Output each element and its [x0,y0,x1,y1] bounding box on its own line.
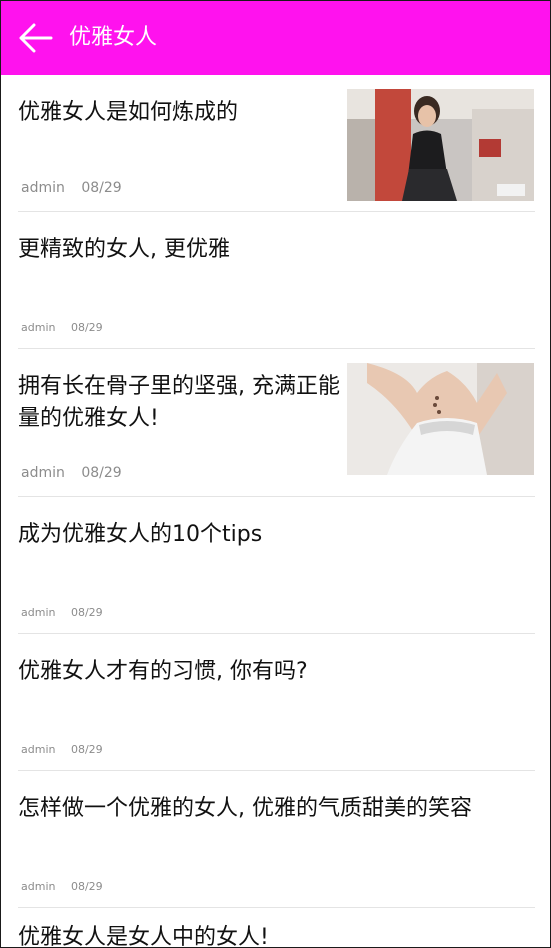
article-title: 更精致的女人, 更优雅 [18,237,230,262]
article-thumbnail [347,363,534,475]
article-author: admin [21,321,56,334]
article-date: 08/29 [70,606,103,619]
article-meta: admin 08/29 [21,880,115,893]
article-meta: admin 08/29 [21,180,134,196]
article-author: admin [21,465,65,481]
article-meta: admin 08/29 [21,321,115,334]
article-meta: admin 08/29 [21,606,115,619]
page-title: 优雅女人 [69,25,158,50]
list-item[interactable]: 优雅女人是女人中的女人! [1,908,550,948]
article-list: 优雅女人是如何炼成的 admin 08/29 更精致的女人, 更优雅 admin… [1,75,550,948]
article-title: 优雅女人是女人中的女人! [18,925,269,948]
list-item[interactable]: 成为优雅女人的10个tips admin 08/29 [1,497,550,634]
article-date: 08/29 [81,465,122,481]
thumbnail-image [347,363,534,475]
list-item[interactable]: 更精致的女人, 更优雅 admin 08/29 [1,212,550,349]
article-title: 成为优雅女人的10个tips [18,522,263,547]
article-date: 08/29 [70,880,103,893]
list-item[interactable]: 优雅女人是如何炼成的 admin 08/29 [1,75,550,212]
app-frame: 优雅女人 优雅女人是如何炼成的 admin 08/29 更精致的女人, 更优雅 … [0,0,551,948]
article-title: 优雅女人才有的习惯, 你有吗? [18,659,308,684]
article-author: admin [21,606,56,619]
article-meta: admin 08/29 [21,743,115,756]
article-date: 08/29 [70,743,103,756]
article-author: admin [21,880,56,893]
article-title: 拥有长在骨子里的坚强, 充满正能量的优雅女人! [18,374,340,431]
top-app-bar: 优雅女人 [1,1,550,75]
list-item[interactable]: 拥有长在骨子里的坚强, 充满正能量的优雅女人! admin 08/29 [1,349,550,497]
article-author: admin [21,743,56,756]
list-item[interactable]: 怎样做一个优雅的女人, 优雅的气质甜美的笑容 admin 08/29 [1,771,550,908]
list-item[interactable]: 优雅女人才有的习惯, 你有吗? admin 08/29 [1,634,550,771]
article-date: 08/29 [81,180,122,196]
article-title: 优雅女人是如何炼成的 [18,100,239,125]
article-thumbnail [347,89,534,201]
article-date: 08/29 [70,321,103,334]
article-author: admin [21,180,65,196]
article-meta: admin 08/29 [21,465,134,481]
article-title: 怎样做一个优雅的女人, 优雅的气质甜美的笑容 [18,796,472,821]
arrow-left-icon[interactable] [19,23,53,53]
thumbnail-image [347,89,534,201]
